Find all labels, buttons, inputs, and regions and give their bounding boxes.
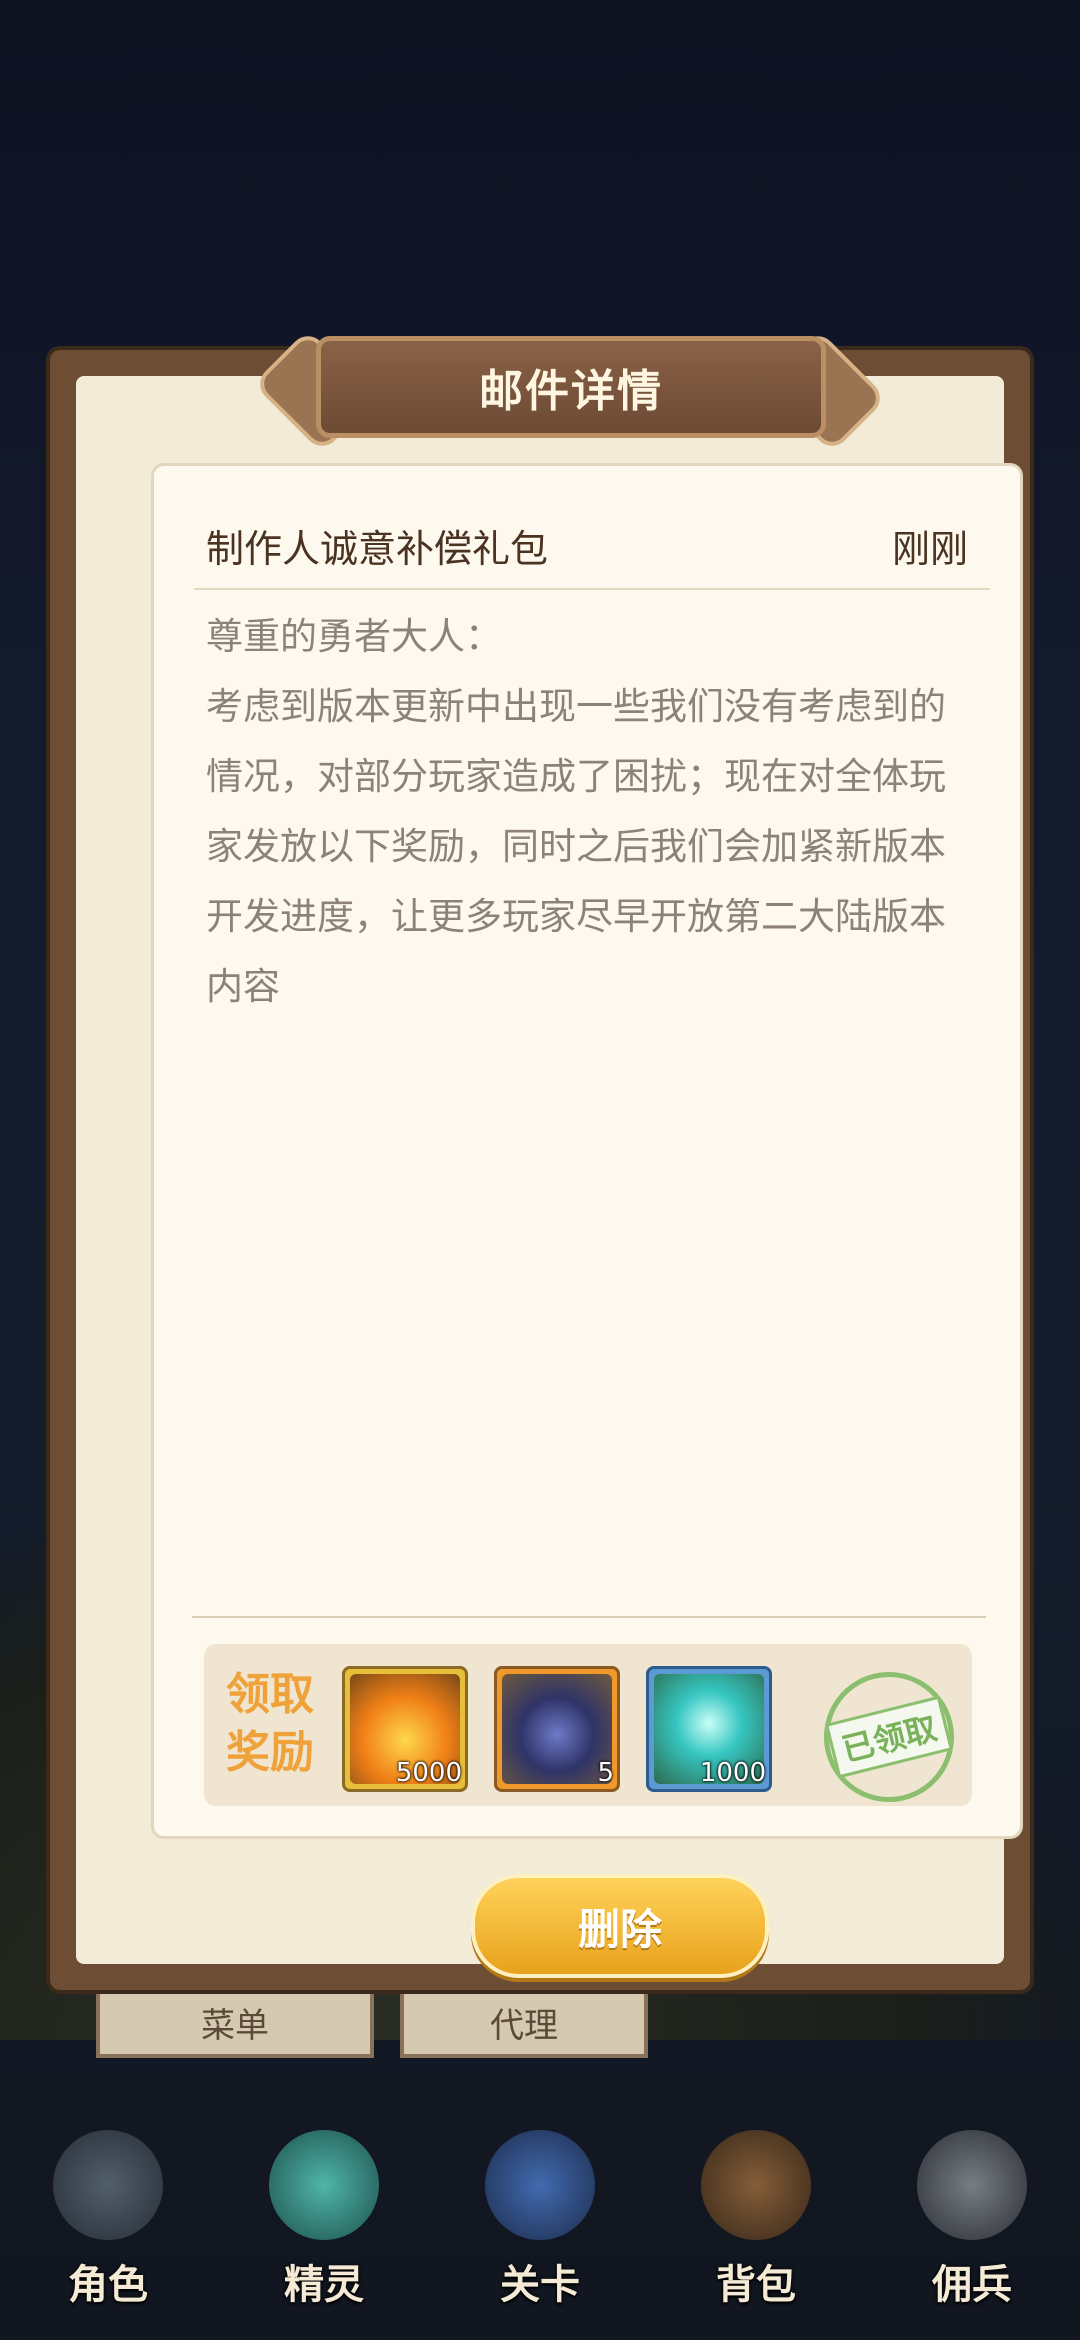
claim-reward-label[interactable]: 领取 奖励 xyxy=(226,1666,336,1782)
reward-qty: 5 xyxy=(597,1758,614,1788)
nav-item-backpack[interactable]: 背包 xyxy=(666,2120,846,2320)
dialog-frame: 邮件详情 制作人诚意补偿礼包 刚刚 尊重的勇者大人： 考虑到版本更新中出现一些我… xyxy=(76,328,1020,1978)
bottom-nav: 角色 精灵 关卡 背包 佣兵 xyxy=(0,2090,1080,2340)
nav-item-stage[interactable]: 关卡 xyxy=(450,2120,630,2320)
nav-item-mercenary[interactable]: 佣兵 xyxy=(882,2120,1062,2320)
nav-item-hero[interactable]: 角色 xyxy=(18,2120,198,2320)
divider xyxy=(194,588,990,590)
mail-time: 刚刚 xyxy=(891,527,968,571)
delete-button-label: 删除 xyxy=(577,1904,662,1954)
reward-item-dark-stone[interactable]: 5 xyxy=(494,1666,620,1792)
nav-label: 背包 xyxy=(716,2262,796,2308)
delete-button[interactable]: 删除 xyxy=(471,1874,769,1978)
dialog-title-bar: 邮件详情 xyxy=(316,336,826,438)
reward-panel: 领取 奖励 5000 5 1000 已领取 xyxy=(204,1644,972,1816)
reward-item-spirit-herb[interactable]: 1000 xyxy=(646,1666,772,1792)
tab-agent[interactable]: 代理 xyxy=(400,1986,648,2058)
mercenary-icon xyxy=(917,2130,1027,2240)
stage-icon xyxy=(485,2130,595,2240)
nav-item-spirit[interactable]: 精灵 xyxy=(234,2120,414,2320)
reward-item-fire-crystal[interactable]: 5000 xyxy=(342,1666,468,1792)
claimed-stamp-icon: 已领取 xyxy=(810,1658,968,1816)
nav-label: 关卡 xyxy=(500,2262,580,2308)
reward-qty: 5000 xyxy=(395,1758,462,1788)
nav-label: 角色 xyxy=(68,2262,148,2308)
mail-content-panel: 制作人诚意补偿礼包 刚刚 尊重的勇者大人： 考虑到版本更新中出现一些我们没有考虑… xyxy=(154,466,1020,1836)
mail-body: 尊重的勇者大人： 考虑到版本更新中出现一些我们没有考虑到的情况，对部分玩家造成了… xyxy=(206,615,946,1008)
spirit-icon xyxy=(269,2130,379,2240)
nav-label: 佣兵 xyxy=(932,2262,1012,2308)
divider xyxy=(192,1616,986,1618)
mail-detail-dialog: 邮件详情 制作人诚意补偿礼包 刚刚 尊重的勇者大人： 考虑到版本更新中出现一些我… xyxy=(50,328,1030,1990)
mail-subject: 制作人诚意补偿礼包 xyxy=(206,527,549,571)
reward-qty: 1000 xyxy=(699,1758,766,1788)
dialog-title: 邮件详情 xyxy=(479,366,663,417)
backpack-icon xyxy=(701,2130,811,2240)
dark-stone-icon xyxy=(502,1674,612,1784)
hero-icon xyxy=(53,2130,163,2240)
claimed-stamp-text: 已领取 xyxy=(824,1695,954,1779)
tab-agent-label: 代理 xyxy=(490,2005,558,2046)
tab-menu[interactable]: 菜单 xyxy=(96,1986,374,2058)
nav-label: 精灵 xyxy=(284,2262,364,2308)
tab-menu-label: 菜单 xyxy=(201,2005,269,2046)
